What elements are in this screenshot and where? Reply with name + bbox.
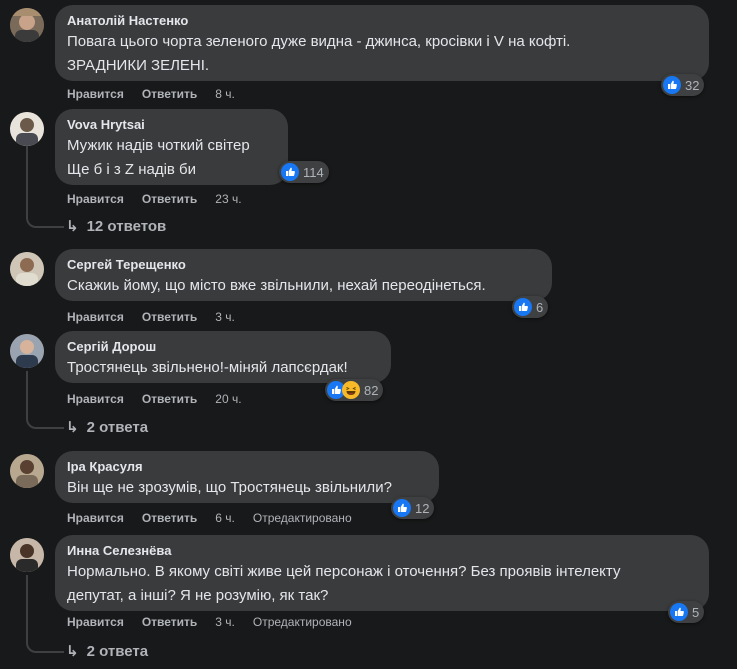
reaction-summary[interactable]: 12 [391,497,435,519]
comment-bubble: Іра Красуля Він ще не зрозумів, що Трост… [55,451,439,503]
comment-timestamp[interactable]: 6 ч. [215,511,235,525]
like-link[interactable]: Нравится [67,511,124,525]
replies-count: 2 ответа [86,418,149,436]
comment-author[interactable]: Инна Селезнёва [67,542,697,560]
thread-line [26,146,64,228]
edited-label[interactable]: Отредактировано [253,511,352,525]
reply-link[interactable]: Ответить [142,511,197,525]
reaction-count: 12 [415,500,430,516]
comment-timestamp[interactable]: 8 ч. [215,87,235,101]
comment-bubble: Сергей Терещенко Скажиь йому, що місто в… [55,249,552,301]
thumbs-up-icon [670,603,688,621]
reply-arrow-icon: ↳ [66,419,79,436]
reaction-count: 6 [536,299,544,315]
comment-actions: Нравится Ответить 3 ч. Отредактировано [67,615,352,629]
reply-arrow-icon: ↳ [66,643,79,660]
thread-line [26,575,64,653]
like-link[interactable]: Нравится [67,392,124,406]
reaction-summary[interactable]: 5 [668,601,705,623]
reaction-summary[interactable]: 114 [279,161,329,183]
avatar[interactable] [10,538,44,572]
reply-arrow-icon: ↳ [66,218,79,235]
edited-label[interactable]: Отредактировано [253,615,352,629]
comment-text-line: Мужик надів чоткий світер [67,137,250,154]
view-replies-link[interactable]: ↳ 12 ответов [66,217,167,236]
comment-bubble: Vova Hrytsai Мужик надів чоткий світер Щ… [55,109,288,185]
like-link[interactable]: Нравится [67,615,124,629]
like-link[interactable]: Нравится [67,310,124,324]
comment-timestamp[interactable]: 3 ч. [215,310,235,324]
reaction-count: 114 [303,164,324,180]
reply-link[interactable]: Ответить [142,87,197,101]
avatar[interactable] [10,112,44,146]
view-replies-link[interactable]: ↳ 2 ответа [66,418,149,437]
reaction-summary[interactable]: 6 [512,296,549,318]
comment-text-line: ЗРАДНИКИ ЗЕЛЕНІ. [67,57,210,74]
view-replies-link[interactable]: ↳ 2 ответа [66,642,149,661]
comment-timestamp[interactable]: 23 ч. [215,192,241,206]
comment-text-line: Тростянець звільнено!-міняй лапсєрдак! [67,359,348,376]
replies-count: 12 ответов [86,217,167,235]
thumbs-up-icon [514,298,532,316]
like-link[interactable]: Нравится [67,87,124,101]
thumbs-up-icon [663,76,681,94]
reply-link[interactable]: Ответить [142,310,197,324]
comment-text-line: Скажиь йому, що місто вже звільнили, нех… [67,277,486,294]
like-link[interactable]: Нравится [67,192,124,206]
reaction-count: 5 [692,604,700,620]
laughing-face-icon [342,381,360,399]
reply-link[interactable]: Ответить [142,392,197,406]
comment-author[interactable]: Сергей Терещенко [67,256,540,274]
comment-text-line: депутат, а інші? Я не розумію, як так? [67,587,329,604]
reaction-count: 32 [685,77,700,93]
comment-bubble: Инна Селезнёва Нормально. В якому світі … [55,535,709,611]
comment-bubble: Анатолій Настенко Повага цього чорта зел… [55,5,709,81]
avatar[interactable] [10,334,44,368]
reaction-summary[interactable]: 32 [661,74,705,96]
thumbs-up-icon [393,499,411,517]
reaction-count: 82 [364,382,379,398]
comment-actions: Нравится Ответить 23 ч. [67,192,260,206]
comment-actions: Нравится Ответить 8 ч. [67,87,253,101]
comment-timestamp[interactable]: 3 ч. [215,615,235,629]
comment-text-line: Ще б і з Z надів би [67,161,197,178]
thumbs-up-icon [281,163,299,181]
comment-actions: Нравится Ответить 20 ч. [67,392,260,406]
thread-line [26,371,64,429]
reply-link[interactable]: Ответить [142,615,197,629]
comment-timestamp[interactable]: 20 ч. [215,392,241,406]
avatar[interactable] [10,252,44,286]
comment-author[interactable]: Іра Красуля [67,458,427,476]
reaction-summary[interactable]: 82 [325,379,384,401]
comment-actions: Нравится Ответить 3 ч. [67,310,253,324]
reply-link[interactable]: Ответить [142,192,197,206]
comment-actions: Нравится Ответить 6 ч. Отредактировано [67,511,352,525]
avatar[interactable] [10,454,44,488]
comment-author[interactable]: Анатолій Настенко [67,12,697,30]
avatar[interactable] [10,8,44,42]
comment-author[interactable]: Сергій Дорош [67,338,379,356]
comment-text-line: Нормально. В якому світі живе цей персон… [67,563,621,580]
comment-bubble: Сергій Дорош Тростянець звільнено!-міняй… [55,331,391,383]
comment-author[interactable]: Vova Hrytsai [67,116,276,134]
comment-text-line: Він ще не зрозумів, що Тростянець звільн… [67,479,392,496]
comment-text-line: Повага цього чорта зеленого дуже видна -… [67,33,571,50]
replies-count: 2 ответа [86,642,149,660]
